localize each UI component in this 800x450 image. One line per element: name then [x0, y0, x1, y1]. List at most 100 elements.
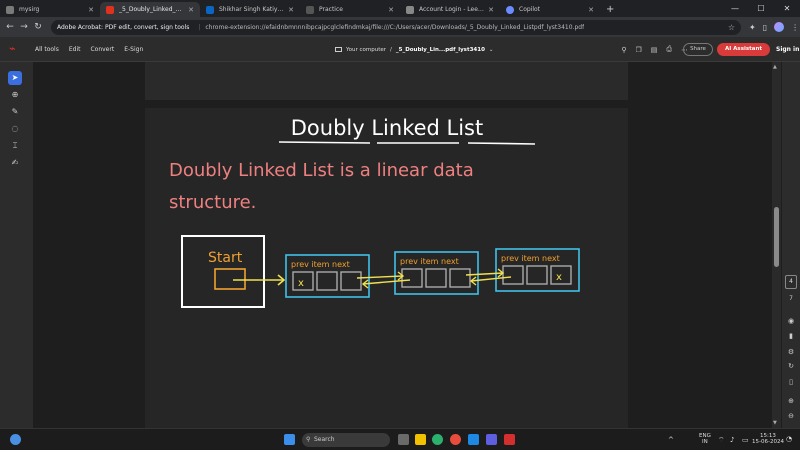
current-page-input[interactable]: 4: [785, 275, 797, 289]
menu-all-tools[interactable]: All tools: [35, 46, 59, 53]
document-viewer[interactable]: Doubly Linked List Doubly Linked List is…: [33, 62, 782, 428]
location-label: Your computer: [346, 46, 387, 53]
practice-favicon-icon: [306, 5, 314, 14]
profile-avatar-icon[interactable]: [774, 22, 785, 32]
ai-assistant-button[interactable]: AI Assistant: [717, 43, 770, 56]
vertical-scrollbar[interactable]: ▲ ▼: [772, 62, 781, 428]
tab-strip: mysirg✕ _5_Doubly_Linked_Listpdf_lyst3✕ …: [0, 0, 800, 17]
zoom-tool-icon[interactable]: ⊕: [8, 88, 22, 102]
site-name: Adobe Acrobat: PDF edit, convert, sign t…: [57, 23, 190, 31]
close-window-icon[interactable]: ✕: [774, 0, 800, 17]
chevron-up-icon[interactable]: ^: [668, 437, 674, 444]
path-separator: /: [390, 46, 392, 53]
volume-icon[interactable]: ♪: [730, 437, 734, 444]
reload-icon[interactable]: ↻: [31, 22, 45, 32]
document-name[interactable]: Your computer / _5_Doubly_Lin...pdf_lyst…: [335, 37, 494, 62]
acrobat-taskbar-icon[interactable]: [504, 434, 515, 445]
search-label: Search: [314, 436, 335, 443]
scroll-up-icon[interactable]: ▲: [773, 64, 777, 70]
address-bar: ← → ↻ Adobe Acrobat: PDF edit, convert, …: [0, 17, 800, 37]
taskbar-search[interactable]: ⚲ Search: [302, 433, 390, 447]
definition-line-2: structure.: [169, 192, 256, 213]
back-icon[interactable]: ←: [3, 22, 17, 32]
tab-doubly-linked-list-pdf[interactable]: _5_Doubly_Linked_Listpdf_lyst3✕: [100, 2, 200, 17]
edge-icon[interactable]: [432, 434, 443, 445]
file-explorer-icon[interactable]: [415, 434, 426, 445]
tab-practice[interactable]: Practice ✕: [300, 2, 400, 17]
sidebar-icon[interactable]: ▯: [763, 23, 767, 32]
start-menu-icon[interactable]: [284, 434, 295, 445]
right-rail: 4 7 ◉ ▮ ⚙ ↻ ▯ ⊕ ⊖: [782, 62, 800, 428]
gear-icon[interactable]: ⚙: [785, 348, 797, 356]
link-1-to-2: [356, 275, 404, 279]
scroll-down-icon[interactable]: ▼: [773, 420, 777, 426]
menu-dots-icon[interactable]: ⋮: [791, 23, 799, 32]
teams-icon[interactable]: [486, 434, 497, 445]
tab-mysirg[interactable]: mysirg ✕: [0, 2, 100, 17]
rotate-icon[interactable]: ↻: [785, 362, 797, 370]
acrobat-actions: ⚲ ❐ ▤ ⎙ ⋯: [621, 37, 688, 62]
battery-icon[interactable]: ▭: [742, 437, 749, 444]
close-icon[interactable]: ✕: [388, 6, 394, 14]
lasso-tool-icon[interactable]: ◌: [8, 122, 22, 136]
omnibox[interactable]: Adobe Acrobat: PDF edit, convert, sign t…: [51, 19, 741, 35]
close-icon[interactable]: ✕: [588, 6, 594, 14]
bookmark-star-icon[interactable]: ☆: [728, 23, 735, 32]
sign-in-button[interactable]: Sign in: [776, 43, 799, 56]
close-icon[interactable]: ✕: [88, 6, 94, 14]
node-2-next: [449, 268, 471, 288]
previous-page: [145, 62, 628, 100]
start-label: Start: [208, 250, 243, 266]
print-icon[interactable]: ⎙: [666, 45, 672, 54]
copy-icon[interactable]: ❐: [635, 46, 641, 54]
linkedin-favicon-icon: [206, 5, 214, 14]
extension-puzzle-icon[interactable]: ✦: [749, 23, 756, 32]
share-button[interactable]: Share: [683, 43, 713, 56]
menu-edit[interactable]: Edit: [69, 46, 81, 53]
acrobat-toolbar: ⌁ All tools Edit Convert E-Sign Your com…: [0, 37, 800, 62]
camera-icon[interactable]: ◉: [785, 317, 797, 325]
forward-icon[interactable]: →: [17, 22, 31, 32]
computer-icon: [335, 47, 342, 52]
page-icon[interactable]: ▯: [785, 378, 797, 386]
acrobat-menu: All tools Edit Convert E-Sign: [35, 46, 143, 53]
menu-convert[interactable]: Convert: [90, 46, 114, 53]
task-view-icon[interactable]: [398, 434, 409, 445]
clock[interactable]: 15:13 15-06-2024: [752, 433, 784, 445]
scrollbar-thumb[interactable]: [774, 207, 779, 267]
menu-esign[interactable]: E-Sign: [124, 46, 143, 53]
sign-tool-icon[interactable]: ✍: [8, 156, 22, 170]
node-3-label: prev item next: [501, 254, 560, 263]
select-tool-icon[interactable]: ➤: [8, 71, 22, 85]
tab-leetcode[interactable]: Account Login - LeetCode✕: [400, 2, 500, 17]
node-1-item: [316, 271, 338, 291]
wifi-icon[interactable]: ⌔: [718, 437, 725, 444]
language-indicator[interactable]: ENG IN: [699, 433, 711, 445]
video-icon[interactable]: ▮: [785, 332, 797, 340]
link-3-to-2: [470, 276, 512, 282]
maximize-icon[interactable]: ☐: [748, 0, 774, 17]
node-3-null: x: [556, 272, 562, 283]
notification-bell-icon[interactable]: ◔: [786, 436, 792, 443]
handwritten-notes: Doubly Linked List Doubly Linked List is…: [169, 116, 580, 308]
tab-linkedin[interactable]: Shikhar Singh Katiyar | LinkedIn✕: [200, 2, 300, 17]
zoom-in-icon[interactable]: ⊕: [785, 397, 797, 405]
save-icon[interactable]: ▤: [651, 46, 658, 54]
minimize-icon[interactable]: —: [722, 0, 748, 17]
chrome-icon[interactable]: [450, 434, 461, 445]
tab-copilot[interactable]: Copilot ✕: [500, 2, 600, 17]
pen-tool-icon[interactable]: ✎: [8, 105, 22, 119]
close-icon[interactable]: ✕: [188, 6, 194, 14]
store-icon[interactable]: [468, 434, 479, 445]
search-icon[interactable]: ⚲: [621, 46, 626, 54]
left-toolbar: ➤ ⊕ ✎ ◌ ⌶ ✍: [0, 62, 33, 428]
text-tool-icon[interactable]: ⌶: [8, 139, 22, 153]
close-icon[interactable]: ✕: [288, 6, 294, 14]
zoom-out-icon[interactable]: ⊖: [785, 412, 797, 420]
node-2-item: [425, 268, 447, 288]
close-icon[interactable]: ✕: [488, 6, 494, 14]
total-pages: 7: [789, 295, 793, 302]
link-2-to-3: [465, 272, 504, 276]
new-tab-icon[interactable]: +: [606, 2, 614, 17]
widgets-icon[interactable]: [10, 434, 21, 445]
